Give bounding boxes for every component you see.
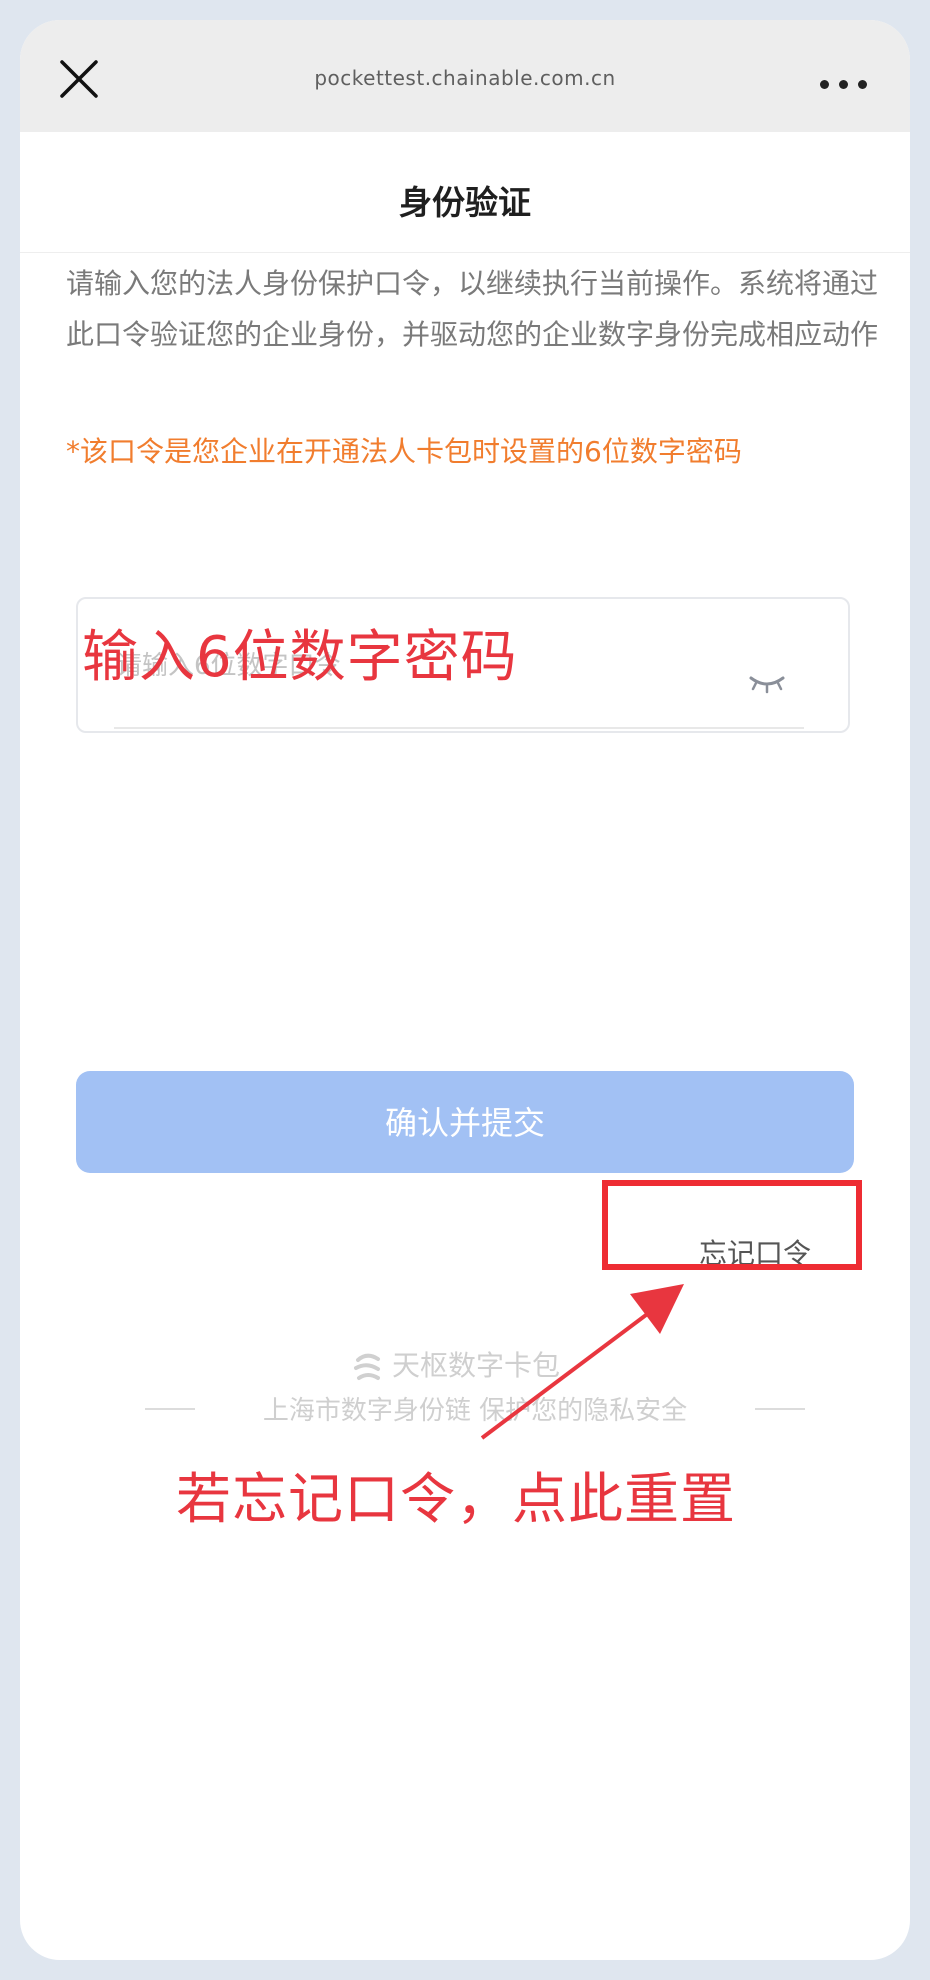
input-underline <box>114 727 804 729</box>
page-title: 身份验证 <box>399 183 531 222</box>
brand-logo-icon <box>350 1350 384 1384</box>
brand-name: 天枢数字卡包 <box>392 1349 561 1382</box>
page-header: 身份验证 <box>20 132 910 253</box>
divider-left <box>145 1408 195 1410</box>
footer-tagline: 上海市数字身份链 保护您的隐私安全 <box>262 1396 688 1426</box>
browser-top-bar: pockettest.chainable.com.cn <box>20 20 910 132</box>
footer-tagline-row: 上海市数字身份链 保护您的隐私安全 <box>145 1388 805 1428</box>
annotation-highlight-box <box>602 1180 862 1270</box>
browser-url: pockettest.chainable.com.cn <box>314 66 616 90</box>
description-text: 请输入您的法人身份保护口令，以继续执行当前操作。系统将通过此口令验证您的企业身份… <box>66 267 879 351</box>
submit-button[interactable]: 确认并提交 <box>76 1071 854 1173</box>
annotation-input-hint: 输入6位数字密码 <box>82 625 518 690</box>
divider-right <box>755 1408 805 1410</box>
phone-screen: pockettest.chainable.com.cn 身份验证 请输入您的法人… <box>20 20 910 1960</box>
footer-brand: 天枢数字卡包 <box>350 1344 560 1384</box>
eye-closed-icon[interactable] <box>748 674 786 694</box>
annotation-forgot-hint: 若忘记口令，点此重置 <box>176 1467 737 1531</box>
more-icon[interactable] <box>820 78 868 92</box>
close-icon[interactable] <box>58 58 100 100</box>
notice-text: *该口令是您企业在开通法人卡包时设置的6位数字密码 <box>66 435 742 468</box>
